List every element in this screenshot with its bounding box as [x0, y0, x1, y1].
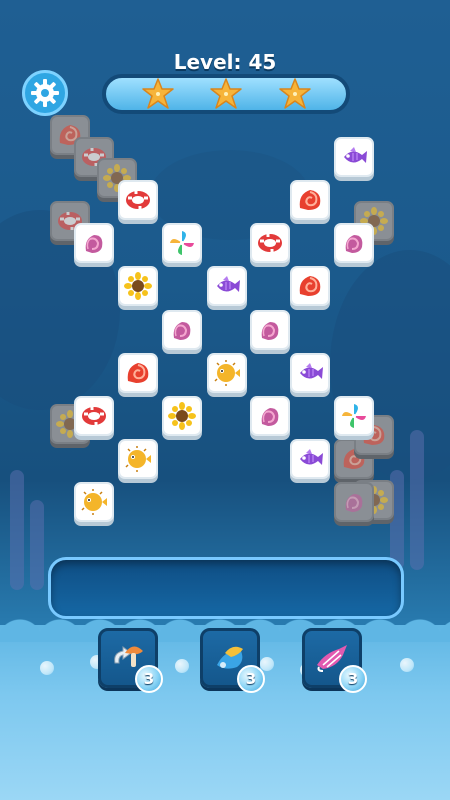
- purple-fish-icon: [296, 445, 324, 473]
- tile-conch[interactable]: [74, 223, 114, 263]
- tile-pufferfish[interactable]: [118, 439, 158, 479]
- booster-undo-count: 3: [135, 665, 163, 693]
- tile-purple-fish[interactable]: [290, 439, 330, 479]
- pufferfish-icon: [213, 359, 241, 387]
- conch-shell-icon: [256, 316, 284, 344]
- purple-fish-icon: [213, 272, 241, 300]
- tile-pufferfish[interactable]: [207, 353, 247, 393]
- life-ring-icon: [80, 402, 108, 430]
- conch-shell-icon: [80, 229, 108, 257]
- conch-shell-icon: [256, 402, 284, 430]
- tile-seashell[interactable]: [290, 180, 330, 220]
- tile-pufferfish[interactable]: [74, 482, 114, 522]
- purple-fish-icon: [296, 359, 324, 387]
- booster-hint-button[interactable]: 3: [302, 628, 367, 693]
- pufferfish-icon: [124, 445, 152, 473]
- tile-sunflower[interactable]: [118, 266, 158, 306]
- tile-life-ring[interactable]: [74, 396, 114, 436]
- pinwheel-icon: [168, 229, 196, 257]
- tile-board: [0, 0, 450, 560]
- conch-shell-icon: [340, 488, 368, 516]
- booster-undo-button[interactable]: 3: [98, 628, 163, 693]
- tile-conch[interactable]: [334, 223, 374, 263]
- purple-fish-icon: [340, 143, 368, 171]
- booster-shuffle-count: 3: [237, 665, 265, 693]
- seashell-icon: [296, 186, 324, 214]
- tile-conch[interactable]: [250, 396, 290, 436]
- pinwheel-icon: [340, 402, 368, 430]
- sunflower-icon: [168, 402, 196, 430]
- tile-conch[interactable]: [162, 310, 202, 350]
- life-ring-icon: [124, 186, 152, 214]
- pufferfish-icon: [80, 488, 108, 516]
- tile-conch[interactable]: [250, 310, 290, 350]
- tile-conch: [334, 482, 374, 522]
- tile-sunflower[interactable]: [162, 396, 202, 436]
- booster-hint-count: 3: [339, 665, 367, 693]
- tile-purple-fish[interactable]: [207, 266, 247, 306]
- seashell-icon: [124, 359, 152, 387]
- tile-seashell[interactable]: [118, 353, 158, 393]
- tile-seashell[interactable]: [290, 266, 330, 306]
- seashell-icon: [296, 272, 324, 300]
- tile-pinwheel[interactable]: [162, 223, 202, 263]
- tile-life-ring[interactable]: [250, 223, 290, 263]
- conch-shell-icon: [168, 316, 196, 344]
- tile-purple-fish[interactable]: [334, 137, 374, 177]
- tile-slot-tray: [48, 557, 404, 619]
- tile-pinwheel[interactable]: [334, 396, 374, 436]
- conch-shell-icon: [340, 229, 368, 257]
- life-ring-icon: [256, 229, 284, 257]
- tile-purple-fish[interactable]: [290, 353, 330, 393]
- sunflower-icon: [124, 272, 152, 300]
- booster-shuffle-button[interactable]: 3: [200, 628, 265, 693]
- tile-life-ring[interactable]: [118, 180, 158, 220]
